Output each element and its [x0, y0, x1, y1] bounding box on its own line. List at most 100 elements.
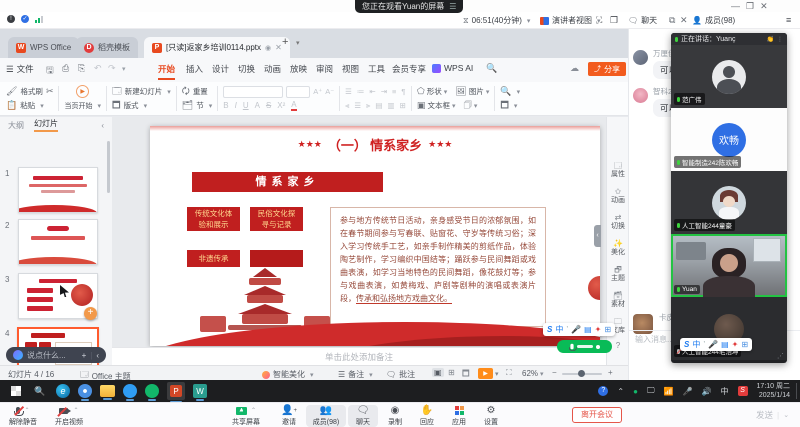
- chat-toggle[interactable]: 🗨 聊天: [628, 15, 657, 26]
- collapse-icon[interactable]: ‹: [96, 351, 99, 360]
- tray-help-icon[interactable]: ?: [598, 386, 608, 396]
- record-button[interactable]: ◉ 录制: [380, 405, 410, 427]
- file-menu[interactable]: ☰ 文件: [6, 63, 34, 75]
- paste-button[interactable]: 📋粘贴: [6, 99, 53, 112]
- tray-ime-icon[interactable]: 中: [721, 386, 729, 397]
- play-options-icon[interactable]: ▾: [495, 370, 499, 378]
- thumb-scrollbar[interactable]: [107, 141, 110, 193]
- ribbon-tab-tools[interactable]: 工具: [368, 63, 385, 75]
- settings-button[interactable]: ⚙ 设置: [476, 405, 506, 427]
- print-icon[interactable]: ⎙: [62, 63, 69, 74]
- font-shrink-icon[interactable]: A⁻: [325, 87, 334, 96]
- align-left-icon[interactable]: ⫷: [345, 101, 349, 111]
- char-spacing-button[interactable]: A: [255, 101, 260, 110]
- reactions-icon[interactable]: 👏: [767, 36, 774, 43]
- export-icon[interactable]: ⎘: [78, 63, 85, 74]
- tray-volume-icon[interactable]: 🔊: [702, 387, 712, 396]
- search-icon[interactable]: 🔍: [486, 63, 497, 74]
- side-transition[interactable]: ⇄切换: [607, 213, 629, 231]
- find-button[interactable]: 🔍: [500, 85, 520, 98]
- share-indicator-pill[interactable]: [557, 340, 612, 353]
- outdent-icon[interactable]: ⇤: [369, 87, 375, 96]
- members-toggle[interactable]: 👤 成员(98): [692, 15, 735, 26]
- font-family-select[interactable]: [223, 86, 283, 98]
- reaction-button[interactable]: ✋ 回应: [412, 405, 442, 427]
- redo-icon[interactable]: ↷: [108, 63, 116, 74]
- tab-outline[interactable]: 大纲: [8, 120, 24, 131]
- members-button[interactable]: 👥 成员(98): [306, 405, 346, 427]
- undo-icon[interactable]: ↶: [94, 63, 102, 74]
- sogou-input-bar-overlay[interactable]: S中’🎤▤✦⊞: [680, 338, 752, 351]
- slide-thumbnail-1[interactable]: [18, 167, 98, 213]
- collapse-panel-icon[interactable]: ‹: [101, 121, 104, 130]
- taskbar-clock[interactable]: 17:10 周二 2025/1/14: [757, 382, 790, 400]
- align-top-icon[interactable]: ⊞: [400, 101, 406, 110]
- shield-icon[interactable]: ✓: [21, 15, 29, 23]
- play-slideshow-button[interactable]: ▶: [478, 368, 493, 379]
- hamburger-icon[interactable]: ≡: [786, 15, 791, 25]
- avatar[interactable]: [633, 88, 648, 103]
- new-slide-button[interactable]: 🗔新建幻灯片: [112, 85, 171, 98]
- share-screen-button[interactable]: ⌃ 共享屏幕: [224, 405, 268, 427]
- add-slide-floating-button[interactable]: +: [84, 307, 97, 320]
- arrange-button[interactable]: 🗇: [463, 98, 477, 114]
- video-tile-active-speaker[interactable]: Yuan: [671, 234, 787, 297]
- ribbon-tab-design[interactable]: 设计: [212, 63, 229, 75]
- popout-icon[interactable]: ⧉: [669, 15, 675, 26]
- notes-placeholder[interactable]: 单击此处添加备注: [112, 347, 606, 365]
- bold-button[interactable]: B: [223, 101, 228, 110]
- picture-button[interactable]: 🖼 图片: [455, 86, 489, 97]
- reset-button[interactable]: 🗘重置: [182, 85, 212, 98]
- ribbon-tab-transition[interactable]: 切换: [238, 63, 255, 75]
- panel-collapse-handle[interactable]: ‹: [594, 225, 601, 247]
- columns-icon[interactable]: ▥: [387, 101, 394, 110]
- wps-taskbar-icon[interactable]: W: [193, 384, 207, 398]
- video-tile[interactable]: 欢畅 智能制造242陈欢畅: [671, 108, 787, 171]
- align-center-icon[interactable]: ☰: [354, 101, 361, 110]
- font-size-select[interactable]: [286, 86, 310, 98]
- side-assets[interactable]: 🗃素材: [607, 291, 629, 309]
- fit-window-icon[interactable]: ⛶: [506, 368, 512, 378]
- unmute-button[interactable]: ⌃ 解除静音: [2, 405, 44, 427]
- underline-button[interactable]: U: [243, 101, 249, 110]
- tab-document[interactable]: P [只读]返家乡培训0114.pptx ◉ ✕: [144, 37, 290, 58]
- new-tab-icon[interactable]: +: [282, 36, 288, 48]
- zoom-slider[interactable]: [562, 373, 602, 375]
- tray-sogou-icon[interactable]: S: [738, 386, 748, 396]
- play-from-current-button[interactable]: 当页开始: [64, 99, 101, 112]
- font-color-button[interactable]: A: [291, 100, 296, 111]
- zoom-level[interactable]: 62%: [522, 369, 544, 378]
- notes-button[interactable]: ☰备注: [338, 369, 373, 380]
- indent-icon[interactable]: ⇥: [381, 87, 387, 96]
- send-options-icon[interactable]: ⌄: [783, 411, 789, 419]
- tab-docer[interactable]: D 稻壳模板: [76, 37, 138, 58]
- taskbar-search-icon[interactable]: 🔍: [32, 383, 48, 399]
- ribbon-tab-home[interactable]: 开始: [158, 63, 175, 80]
- chat-input-placeholder[interactable]: 输入消息...: [635, 334, 674, 345]
- tab-wps-office[interactable]: W WPS Office: [8, 37, 79, 58]
- ribbon-tab-view[interactable]: 视图: [342, 63, 359, 75]
- smart-beautify-button[interactable]: 智能美化: [262, 369, 314, 380]
- meeting-app-icon[interactable]: [145, 384, 159, 398]
- video-tile[interactable]: 人工智能244童豪: [671, 171, 787, 234]
- slide-canvas[interactable]: ★★★ （一） 情系家乡 ★★★ 情系家乡 传统文化体验和展示 民俗文化探寻与记…: [150, 126, 600, 346]
- sogou-input-bar[interactable]: S中’🎤▤✦⊞: [543, 323, 615, 336]
- share-button[interactable]: ⤴ 分享: [588, 62, 626, 76]
- panel-resize-handle[interactable]: ⋰: [777, 352, 784, 360]
- close-panel-icon[interactable]: ✕: [680, 15, 688, 26]
- window-controls[interactable]: —❐✕: [731, 1, 774, 12]
- wps-ai-button[interactable]: WPS AI: [432, 63, 473, 73]
- strike-button[interactable]: S: [266, 101, 271, 110]
- layout-button[interactable]: 🗖版式: [112, 99, 171, 112]
- powerpoint-icon[interactable]: P: [167, 382, 185, 400]
- play-icon[interactable]: ▶: [76, 85, 89, 98]
- pin-icon[interactable]: ◉: [265, 44, 271, 52]
- signal-icon[interactable]: [35, 16, 43, 23]
- line-spacing-icon[interactable]: ≡: [392, 87, 396, 96]
- apps-button[interactable]: 应用: [444, 405, 474, 427]
- save-icon[interactable]: 🖫: [46, 63, 54, 79]
- ribbon-tab-member[interactable]: 会员专享: [392, 63, 426, 75]
- italic-button[interactable]: I: [235, 101, 237, 110]
- justify-icon[interactable]: ▤: [375, 101, 382, 110]
- font-grow-icon[interactable]: A⁺: [313, 87, 322, 96]
